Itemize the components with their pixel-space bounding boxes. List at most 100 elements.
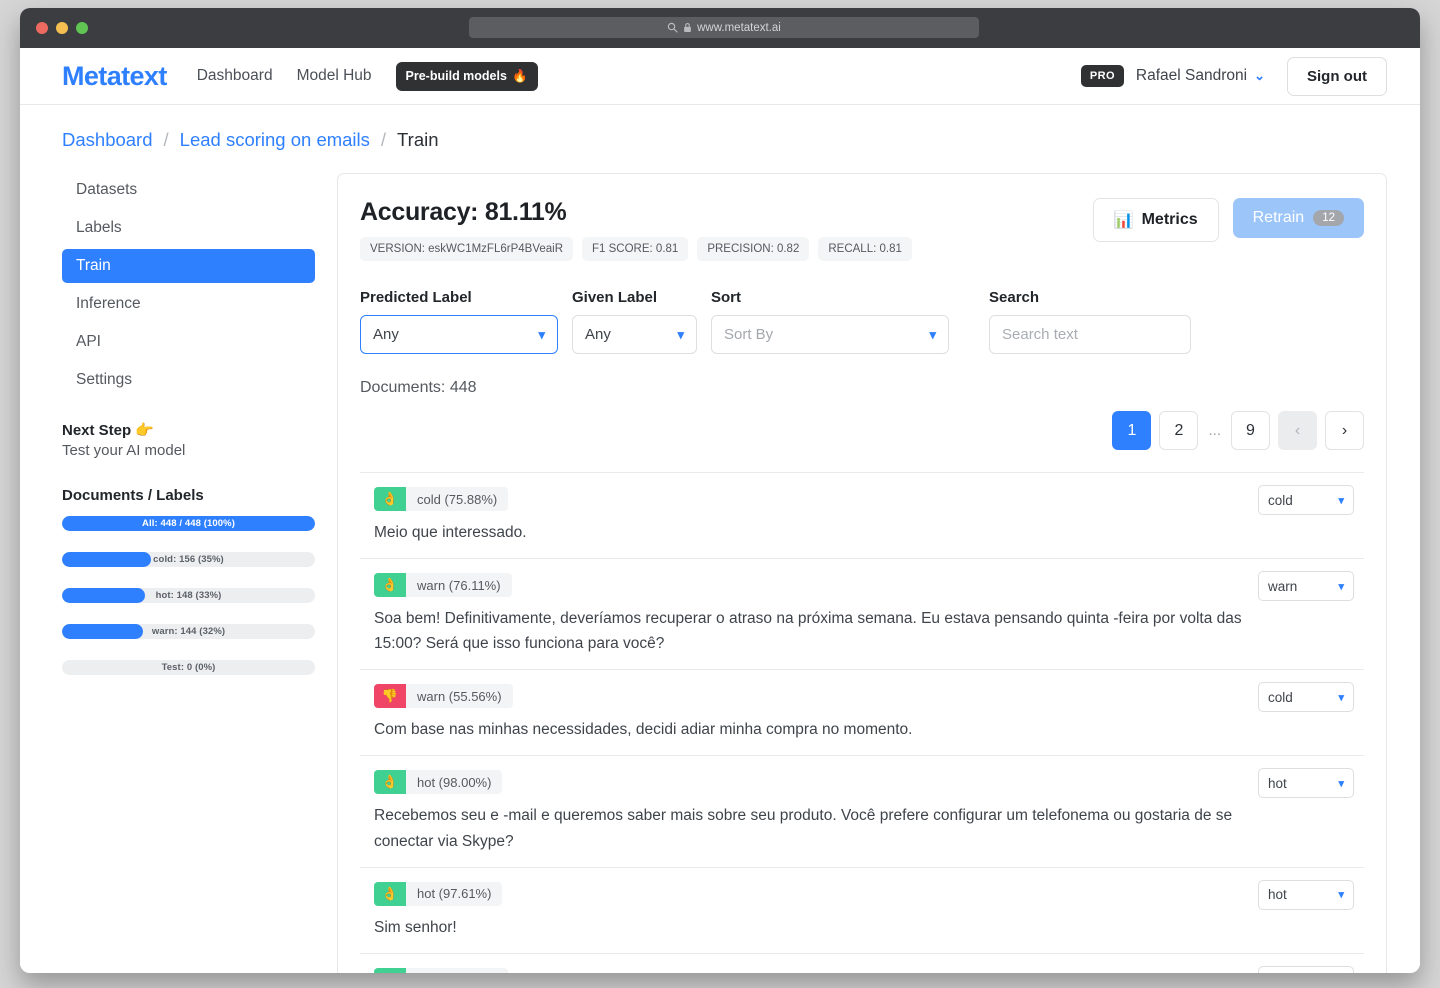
sidebar-item-settings[interactable]: Settings — [62, 363, 315, 397]
breadcrumb-separator: / — [380, 129, 387, 150]
screen-root: www.metatext.ai Metatext Dashboard Model… — [0, 0, 1440, 988]
table-row: 👌 hot (98.00%) hot ▾ Recebemos seu e -ma… — [360, 755, 1364, 866]
sidebar-item-train[interactable]: Train — [62, 249, 315, 283]
prediction-text: warn (55.56%) — [406, 684, 513, 709]
progress-bar-all: All: 448 / 448 (100%) — [62, 516, 315, 531]
given-label-row-select[interactable]: cold ▾ — [1258, 965, 1354, 973]
filter-label-given: Given Label — [572, 289, 658, 306]
card-actions: 📊 Metrics Retrain 12 — [1092, 198, 1364, 242]
chip-f1-score: F1 SCORE: 0.81 — [582, 237, 689, 261]
given-label-row-select[interactable]: cold ▾ — [1258, 682, 1354, 713]
prediction-badge: 👌 cold (80.18%) — [374, 967, 509, 973]
given-label-row-value: cold — [1268, 492, 1293, 508]
table-row: 👎 warn (55.56%) cold ▾ Com base nas minh… — [360, 669, 1364, 755]
sign-out-button[interactable]: Sign out — [1287, 56, 1387, 96]
chevron-down-icon: ▾ — [1338, 494, 1344, 507]
filter-label-predicted: Predicted Label — [360, 289, 472, 306]
url-bar[interactable]: www.metatext.ai — [469, 17, 979, 38]
chip-recall: RECALL: 0.81 — [818, 237, 912, 261]
predicted-label-select[interactable]: Any ▾ — [360, 315, 558, 354]
nav-link-model-hub[interactable]: Model Hub — [297, 67, 372, 85]
app-root: Metatext Dashboard Model Hub Pre-build m… — [20, 48, 1420, 973]
pagination-page-1[interactable]: 1 — [1112, 411, 1152, 450]
document-list: 👌 cold (75.88%) cold ▾ Meio que interess… — [360, 472, 1364, 973]
minimize-window-button[interactable] — [56, 22, 68, 34]
pointing-right-icon: 👉 — [135, 422, 155, 439]
prebuild-models-badge[interactable]: Pre-build models 🔥 — [395, 61, 538, 91]
sort-select[interactable]: Sort By ▾ — [711, 315, 949, 354]
prediction-text: cold (80.18%) — [406, 967, 509, 973]
pagination: 1 2 ... 9 ‹ › — [360, 411, 1364, 450]
pagination-next-button[interactable]: › — [1325, 411, 1364, 450]
pagination-page-9[interactable]: 9 — [1231, 411, 1270, 450]
filter-label-sort: Sort — [711, 289, 741, 306]
pagination-prev-button[interactable]: ‹ — [1278, 411, 1317, 450]
given-label-value: Any — [585, 326, 611, 343]
filter-sort: Sort Sort By ▾ — [711, 289, 949, 354]
metrics-button-label: Metrics — [1141, 211, 1198, 228]
given-label-select[interactable]: Any ▾ — [572, 315, 697, 354]
browser-chrome: www.metatext.ai — [20, 8, 1420, 48]
given-label-row-select[interactable]: cold ▾ — [1258, 485, 1354, 515]
row-header: 👌 cold (80.18%) — [374, 967, 1364, 973]
chevron-down-icon: ▾ — [1338, 889, 1344, 902]
documents-count: Documents: 448 — [360, 379, 477, 396]
given-label-row-select[interactable]: hot ▾ — [1258, 879, 1354, 910]
given-label-row-value: warn — [1268, 578, 1298, 594]
close-window-button[interactable] — [36, 22, 48, 34]
table-row: 👌 hot (97.61%) hot ▾ Sim senhor! — [360, 866, 1364, 953]
sidebar-item-labels[interactable]: Labels — [62, 211, 315, 245]
sidebar-item-datasets[interactable]: Datasets — [62, 173, 315, 207]
ok-hand-icon: 👌 — [374, 487, 406, 511]
given-label-row-select[interactable]: hot ▾ — [1258, 768, 1354, 799]
progress-bar-label: cold: 156 (35%) — [153, 554, 224, 565]
sort-value: Sort By — [724, 326, 774, 343]
chevron-down-icon: ▾ — [929, 326, 936, 342]
progress-bar-label: Test: 0 (0%) — [161, 662, 216, 673]
sidebar-item-inference[interactable]: Inference — [62, 287, 315, 321]
document-text: Recebemos seu e -mail e queremos saber m… — [374, 807, 1233, 850]
browser-window: www.metatext.ai Metatext Dashboard Model… — [20, 8, 1420, 973]
chip-precision: PRECISION: 0.82 — [697, 237, 810, 261]
breadcrumb-item-dashboard[interactable]: Dashboard — [62, 129, 153, 151]
table-row: 👌 cold (80.18%) cold ▾ Eu analisei sua o… — [360, 952, 1364, 973]
bar-chart-icon: 📊 — [1113, 212, 1134, 229]
user-name[interactable]: Rafael Sandroni — [1136, 67, 1247, 85]
metric-chips: VERSION: eskWC1MzFL6rP4BVeaiR F1 SCORE: … — [360, 237, 912, 261]
sidebar-item-api[interactable]: API — [62, 325, 315, 359]
breadcrumb-item-project[interactable]: Lead scoring on emails — [180, 129, 370, 151]
chevron-down-icon[interactable]: ⌄ — [1254, 68, 1265, 84]
chip-version: VERSION: eskWC1MzFL6rP4BVeaiR — [360, 237, 574, 261]
row-header: 👎 warn (55.56%) — [374, 684, 1364, 709]
predicted-label-value: Any — [373, 326, 399, 343]
page-content: Datasets Labels Train Inference API Sett… — [20, 151, 1420, 973]
metrics-button[interactable]: 📊 Metrics — [1092, 198, 1219, 242]
chevron-down-icon: ▾ — [1338, 777, 1344, 790]
retrain-button[interactable]: Retrain 12 — [1232, 198, 1364, 238]
chevron-down-icon: ▾ — [538, 326, 545, 342]
row-header: 👌 cold (75.88%) — [374, 487, 1364, 511]
pagination-page-2[interactable]: 2 — [1159, 411, 1199, 450]
retrain-count-badge: 12 — [1313, 210, 1344, 226]
pro-badge: PRO — [1080, 65, 1124, 87]
ok-hand-icon: 👌 — [374, 770, 406, 795]
prediction-text: hot (98.00%) — [406, 770, 503, 795]
accuracy-block: Accuracy: 81.11% VERSION: eskWC1MzFL6rP4… — [360, 198, 912, 261]
brand-logo[interactable]: Metatext — [62, 61, 167, 92]
next-step-label: Next Step — [62, 422, 132, 439]
prediction-badge: 👌 warn (76.11%) — [374, 573, 512, 598]
filter-search: Search — [989, 289, 1191, 354]
chevron-down-icon: ▾ — [677, 326, 684, 342]
prediction-text: warn (76.11%) — [406, 573, 512, 598]
given-label-row-select[interactable]: warn ▾ — [1258, 571, 1354, 602]
search-input[interactable] — [989, 315, 1191, 354]
prediction-text: hot (97.61%) — [406, 881, 503, 906]
prebuild-models-label: Pre-build models — [405, 69, 507, 83]
breadcrumb: Dashboard / Lead scoring on emails / Tra… — [20, 105, 1420, 151]
progress-bar-label: hot: 148 (33%) — [155, 590, 222, 601]
documents-labels-heading: Documents / Labels — [62, 487, 204, 504]
document-text: Com base nas minhas necessidades, decidi… — [374, 721, 913, 739]
pagination-ellipsis: ... — [1208, 422, 1221, 439]
maximize-window-button[interactable] — [76, 22, 88, 34]
nav-link-dashboard[interactable]: Dashboard — [197, 67, 273, 85]
